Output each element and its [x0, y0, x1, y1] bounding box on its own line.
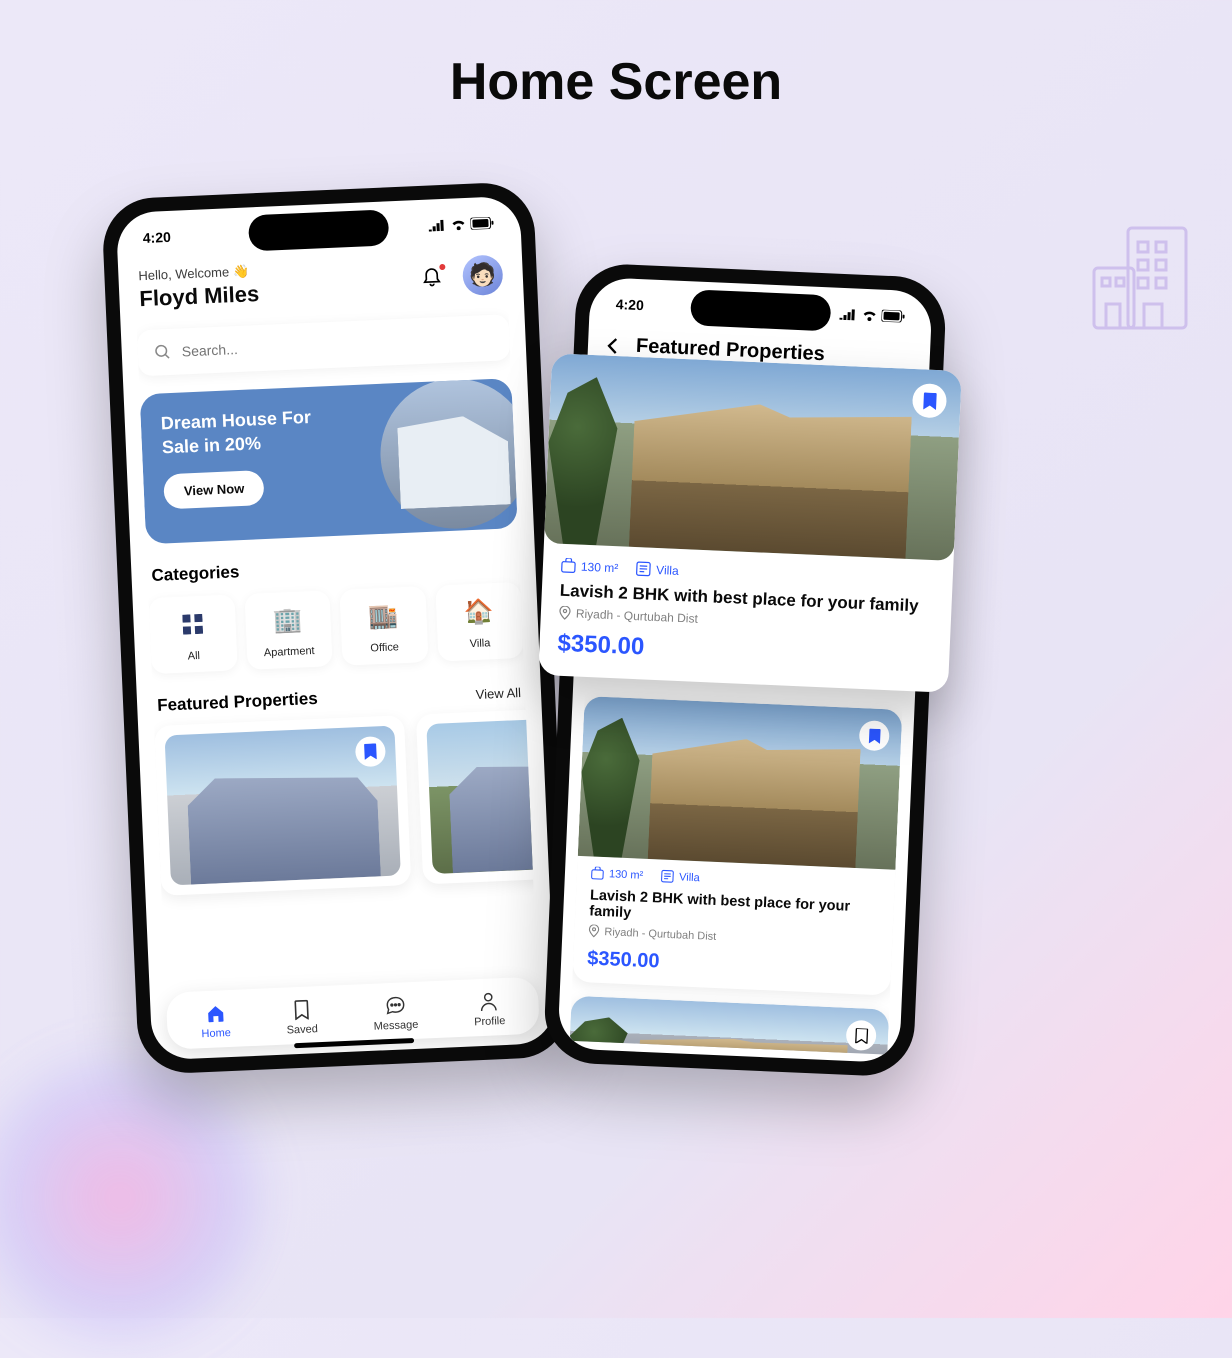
- wifi-icon: [861, 309, 878, 322]
- location-icon: [559, 606, 572, 621]
- signal-icon: [428, 219, 447, 232]
- nav-label: Home: [201, 1027, 231, 1040]
- property-image: [544, 353, 962, 561]
- property-price: $350.00: [587, 947, 878, 983]
- nav-saved[interactable]: Saved: [285, 998, 318, 1036]
- back-icon[interactable]: [604, 336, 623, 355]
- category-all[interactable]: All: [149, 594, 238, 674]
- bookmark-icon: [922, 392, 938, 410]
- highlighted-property-card[interactable]: 130 m² Villa Lavish 2 BHK with best plac…: [538, 353, 962, 693]
- nav-label: Profile: [474, 1015, 506, 1028]
- promo-image: [377, 378, 518, 532]
- nav-profile[interactable]: Profile: [473, 990, 506, 1028]
- wifi-icon: [450, 218, 467, 231]
- profile-icon: [479, 991, 498, 1012]
- type-badge: Villa: [661, 870, 700, 885]
- category-label: All: [155, 649, 233, 664]
- promo-cta-button[interactable]: View Now: [163, 470, 265, 509]
- villa-icon: 🏠: [462, 595, 495, 628]
- battery-icon: [881, 310, 906, 323]
- office-icon: 🏬: [367, 599, 400, 632]
- location-icon: [588, 924, 600, 937]
- username: Floyd Miles: [139, 281, 260, 312]
- battery-icon: [470, 217, 495, 230]
- nav-message[interactable]: Message: [372, 994, 418, 1033]
- area-badge: 130 m²: [591, 866, 644, 881]
- type-icon: [661, 870, 675, 884]
- nav-home[interactable]: Home: [200, 1002, 231, 1040]
- categories-heading: Categories: [151, 550, 516, 586]
- home-icon: [205, 1003, 226, 1024]
- category-label: Office: [346, 640, 424, 655]
- property-card[interactable]: [570, 996, 890, 1055]
- grid-icon: [176, 608, 209, 641]
- notification-dot: [439, 264, 445, 270]
- featured-heading: Featured Properties: [157, 689, 318, 716]
- property-image: [578, 696, 903, 870]
- promo-banner[interactable]: Dream House ForSale in 20% View Now: [140, 378, 518, 544]
- area-icon: [561, 558, 577, 574]
- device-notch: [248, 209, 389, 251]
- featured-card[interactable]: [416, 704, 537, 885]
- category-apartment[interactable]: 🏢 Apartment: [244, 590, 333, 670]
- bookmark-icon: [867, 728, 881, 744]
- type-badge: Villa: [636, 561, 679, 578]
- status-time: 4:20: [615, 296, 644, 313]
- featured-card[interactable]: [154, 715, 411, 896]
- bookmark-icon: [854, 1028, 868, 1044]
- nav-label: Saved: [286, 1023, 318, 1036]
- notifications-button[interactable]: [420, 263, 449, 292]
- search-bar[interactable]: [137, 314, 511, 376]
- category-office[interactable]: 🏬 Office: [339, 586, 428, 666]
- type-icon: [636, 561, 652, 577]
- property-image: [426, 714, 537, 874]
- bookmark-icon: [363, 743, 378, 760]
- apartment-icon: 🏢: [271, 603, 304, 636]
- decorative-glow: [0, 1038, 280, 1358]
- area-icon: [591, 866, 605, 880]
- property-price: $350.00: [557, 630, 932, 674]
- bottom-nav: Home Saved Message Profile: [166, 977, 540, 1050]
- area-badge: 130 m²: [561, 558, 619, 575]
- property-image: [570, 996, 890, 1055]
- buildings-decor-icon: [1084, 220, 1204, 340]
- search-icon: [153, 343, 172, 362]
- signal-icon: [839, 308, 858, 321]
- category-label: Villa: [441, 636, 519, 651]
- avatar[interactable]: 🧑🏻: [462, 254, 504, 296]
- status-time: 4:20: [142, 229, 171, 246]
- message-icon: [384, 995, 407, 1016]
- property-card[interactable]: 130 m² Villa Lavish 2 BHK with best plac…: [572, 696, 902, 996]
- bookmark-icon: [293, 1000, 310, 1021]
- category-label: Apartment: [250, 644, 328, 659]
- promo-title: Dream House ForSale in 20%: [160, 404, 342, 460]
- view-all-link[interactable]: View All: [475, 685, 521, 702]
- page-title: Home Screen: [0, 0, 1232, 112]
- search-input[interactable]: [181, 330, 493, 360]
- category-villa[interactable]: 🏠 Villa: [435, 582, 524, 662]
- nav-label: Message: [373, 1019, 418, 1033]
- device-notch: [690, 289, 831, 331]
- phone-home-mock: 4:20 Hello, Welcome 👋 Floyd Miles �: [101, 181, 571, 1075]
